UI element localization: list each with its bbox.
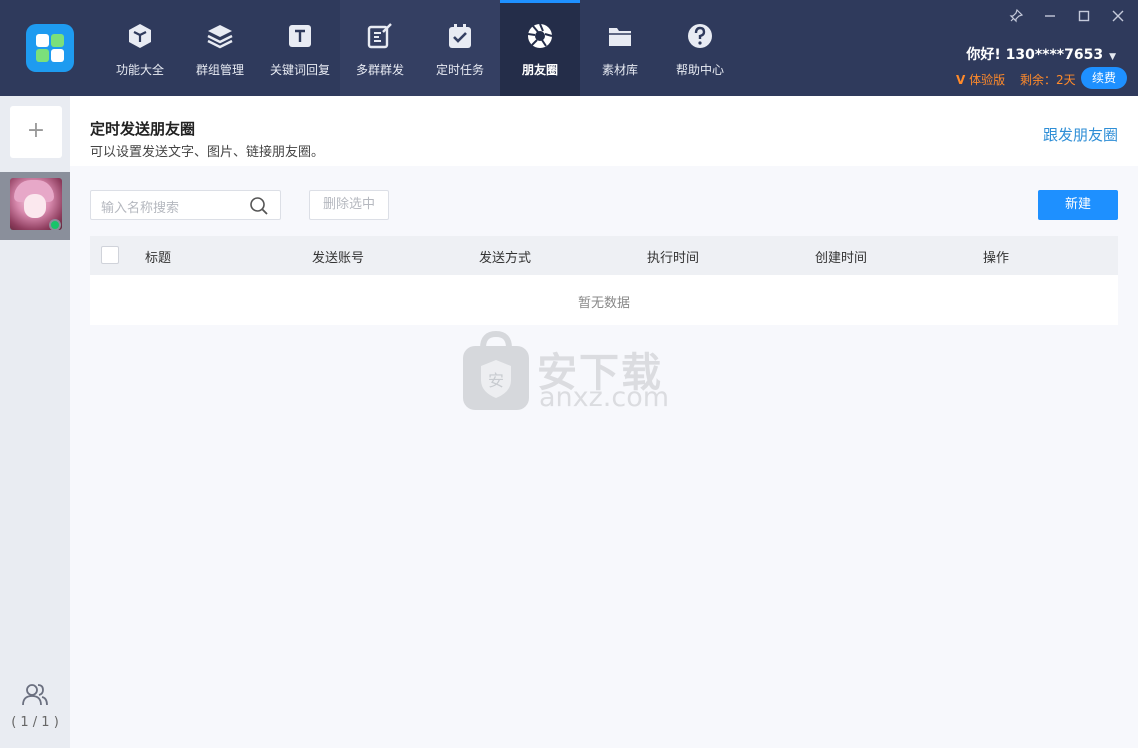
table-header: 标题 发送账号 发送方式 执行时间 创建时间 操作 xyxy=(90,236,1118,275)
nav-label: 朋友圈 xyxy=(521,63,558,77)
users-icon[interactable] xyxy=(21,681,49,709)
help-circle-icon xyxy=(688,24,712,48)
column-header-account: 发送账号 xyxy=(312,251,365,266)
text-t-icon xyxy=(289,25,311,47)
maximize-icon[interactable] xyxy=(1076,8,1092,24)
close-icon[interactable] xyxy=(1110,8,1126,24)
folder-icon xyxy=(609,28,631,46)
account-count: ( 1 / 1 ) xyxy=(11,715,59,730)
shopping-bag-icon: 安 xyxy=(463,330,529,410)
account-item[interactable] xyxy=(0,172,70,240)
user-greeting: 你好! 130****7653 xyxy=(966,47,1104,63)
page-title: 定时发送朋友圈 xyxy=(90,120,196,138)
search-box[interactable]: 输入名称搜索 xyxy=(90,190,281,220)
nav-item-group-manage[interactable]: 群组管理 xyxy=(180,0,260,96)
remaining-days: 剩余：2天 xyxy=(1020,73,1076,87)
column-header-actions: 操作 xyxy=(983,251,1010,266)
nav-label: 关键词回复 xyxy=(269,63,330,77)
nav-label: 功能大全 xyxy=(115,63,164,77)
app-logo xyxy=(26,24,74,72)
account-sidebar: + ( 1 / 1 ) xyxy=(0,96,70,748)
aperture-icon xyxy=(527,23,553,48)
nav-label: 群组管理 xyxy=(195,63,244,77)
table-body: 暂无数据 xyxy=(90,275,1118,325)
nav-item-help[interactable]: 帮助中心 xyxy=(660,0,740,96)
nav-item-moments[interactable]: 朋友圈 xyxy=(500,0,580,96)
online-status-dot xyxy=(49,219,61,231)
layers-icon xyxy=(207,25,233,49)
nav-item-scheduled-task[interactable]: 定时任务 xyxy=(420,0,500,96)
search-icon[interactable] xyxy=(249,196,269,216)
add-account-button[interactable]: + xyxy=(10,106,62,158)
nav-label: 定时任务 xyxy=(435,63,484,77)
nav-item-features[interactable]: 功能大全 xyxy=(100,0,180,96)
trial-v-icon: V xyxy=(956,73,966,87)
chevron-down-icon: ▼ xyxy=(1109,52,1116,62)
trial-badge: V 体验版 xyxy=(956,71,1005,88)
search-input[interactable]: 输入名称搜索 xyxy=(101,197,179,216)
column-header-title: 标题 xyxy=(145,251,172,266)
follow-moments-link[interactable]: 跟发朋友圈 xyxy=(1043,124,1118,145)
page-header: 定时发送朋友圈 可以设置发送文字、图片、链接朋友圈。 跟发朋友圈 xyxy=(70,96,1138,166)
nav-item-multi-group-send[interactable]: 多群群发 xyxy=(340,0,420,96)
top-bar: 功能大全 群组管理 关键词回复 多群群发 定时任务 朋友圈 素材库 帮助中心 你… xyxy=(0,0,1138,96)
minimize-icon[interactable] xyxy=(1042,8,1058,24)
nav-label: 帮助中心 xyxy=(675,63,724,77)
nav-label: 素材库 xyxy=(601,63,638,77)
trial-label: 体验版 xyxy=(969,73,1006,87)
delete-selected-button[interactable]: 删除选中 xyxy=(309,190,389,220)
watermark-badge: 安 xyxy=(488,371,504,390)
column-header-created-time: 创建时间 xyxy=(815,251,868,266)
page-description: 可以设置发送文字、图片、链接朋友圈。 xyxy=(90,145,325,160)
column-header-exec-time: 执行时间 xyxy=(647,251,700,266)
calendar-check-icon xyxy=(449,24,471,48)
nav-item-keyword-reply[interactable]: 关键词回复 xyxy=(260,0,340,96)
pin-icon[interactable] xyxy=(1008,8,1024,24)
nav-label: 多群群发 xyxy=(355,63,404,77)
renew-button[interactable]: 续费 xyxy=(1081,67,1127,89)
select-all-checkbox[interactable] xyxy=(101,246,119,264)
cube-icon xyxy=(129,24,151,48)
user-menu[interactable]: 你好! 130****7653 ▼ xyxy=(966,44,1116,64)
new-button[interactable]: 新建 xyxy=(1038,190,1118,220)
empty-state-text: 暂无数据 xyxy=(577,296,630,311)
watermark: 安 安下载 anxz.com xyxy=(461,330,681,420)
watermark-subtext: anxz.com xyxy=(539,382,670,413)
nav-item-materials[interactable]: 素材库 xyxy=(580,0,660,96)
edit-send-icon xyxy=(367,23,392,49)
column-header-method: 发送方式 xyxy=(479,251,532,266)
